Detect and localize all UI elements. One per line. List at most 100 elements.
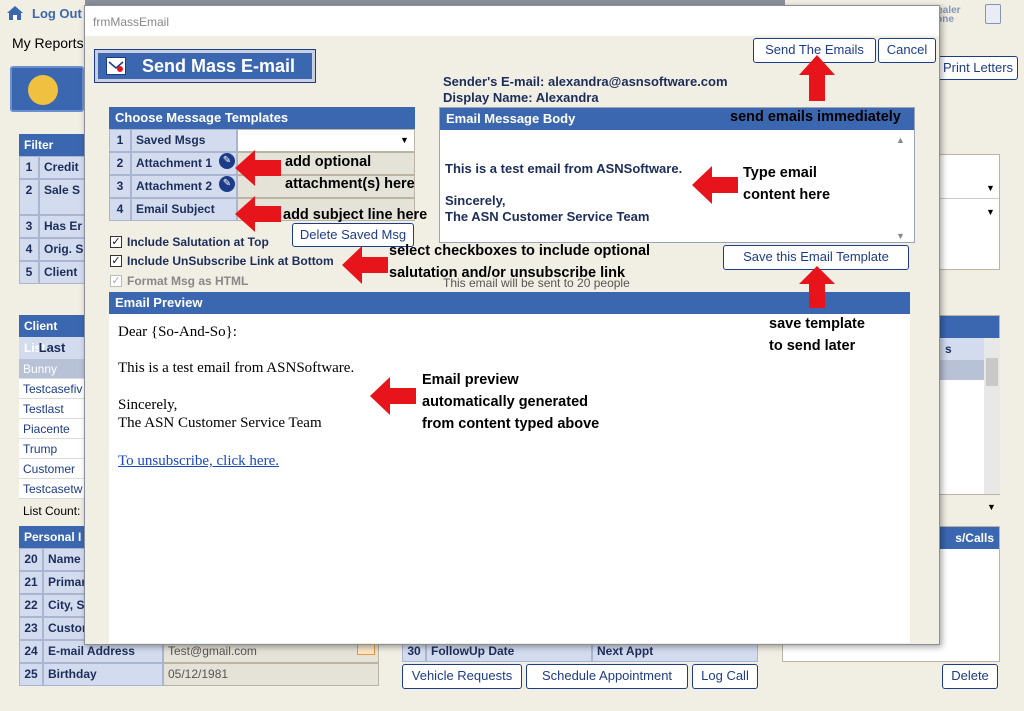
client-list-right-panel: s xyxy=(938,315,1000,495)
preview-salutation: Dear {So-And-So}: xyxy=(118,324,237,340)
personal-row-label: Birthday xyxy=(43,663,163,686)
html-format-checkbox[interactable]: ✓ xyxy=(110,275,122,287)
annotation-subject: add subject line here xyxy=(283,207,428,223)
template-row-label: Email Subject xyxy=(131,198,237,221)
filter-row-label: Sale S xyxy=(39,179,85,215)
personal-row: 25 Birthday 05/12/1981 xyxy=(19,663,379,686)
filter-row-num: 4 xyxy=(19,238,39,261)
personal-row-num: 20 xyxy=(19,548,43,571)
personal-row-num: 25 xyxy=(19,663,43,686)
template-row-num: 1 xyxy=(109,129,131,152)
arrow-checkboxes xyxy=(342,246,388,284)
filter-header: Filter Clien xyxy=(19,134,85,174)
chevron-down-icon[interactable]: ▼ xyxy=(984,498,999,516)
list-count-label: List Count: xyxy=(23,504,81,518)
home-icon[interactable] xyxy=(6,5,24,21)
template-row: 1 Saved Msgs xyxy=(109,129,415,152)
annotation-preview-1: Email preview xyxy=(422,372,519,388)
filter-row-label: Has Er xyxy=(39,215,85,238)
attachment-pin-icon[interactable]: ✎ xyxy=(219,176,235,192)
annotation-type-2: content here xyxy=(743,187,831,203)
list-item[interactable]: Trump xyxy=(19,439,85,459)
client-list-panel: Client List Last Bunny Testcasefiv Testlas… xyxy=(19,315,85,499)
list-item[interactable]: Testcasetw xyxy=(19,479,85,499)
annotation-type-1: Type email xyxy=(743,165,817,181)
filter-row[interactable]: 2 Sale S xyxy=(19,179,85,215)
dialog-window-title: frmMassEmail xyxy=(93,15,170,29)
log-call-button[interactable]: Log Call xyxy=(692,664,758,689)
preview-line: Sincerely, xyxy=(118,397,178,413)
vehicle-requests-button[interactable]: Vehicle Requests xyxy=(402,664,522,689)
arrow-save-template xyxy=(799,266,835,308)
dialog-titlebar[interactable]: frmMassEmail xyxy=(85,6,939,36)
annotation-save-1: save template xyxy=(769,316,865,332)
preview-line: This is a test email from ASNSoftware. xyxy=(118,360,355,376)
annotation-preview-3: from content typed above xyxy=(422,416,600,432)
salutation-checkbox[interactable]: ✓ xyxy=(110,236,122,248)
html-format-checkbox-label: Format Msg as HTML xyxy=(127,274,249,288)
personal-row-num: 23 xyxy=(19,617,43,640)
list-item[interactable]: Customer xyxy=(19,459,85,479)
template-row-label: Saved Msgs xyxy=(131,129,237,152)
filter-row-label: Orig. S xyxy=(39,238,85,261)
annotation-send: send emails immediately xyxy=(730,109,901,125)
annotation-checkboxes-1: select checkboxes to include optional xyxy=(389,243,651,259)
list-item[interactable]: Bunny xyxy=(19,359,85,379)
app-logo[interactable] xyxy=(10,66,84,112)
list-item[interactable]: Testlast xyxy=(19,399,85,419)
arrow-type-email xyxy=(692,166,738,204)
filter-right-panel: ▼ ▼ xyxy=(938,154,1000,270)
list-scrollbar-thumb[interactable] xyxy=(986,358,998,386)
list-item[interactable]: Testcasefiv xyxy=(19,379,85,399)
scroll-up-icon[interactable]: ▲ xyxy=(896,135,905,145)
unsubscribe-checkbox-label: Include UnSubscribe Link at Bottom xyxy=(127,254,334,268)
template-row-num: 3 xyxy=(109,175,131,198)
list-item[interactable]: Piacente xyxy=(19,419,85,439)
my-reports-menu[interactable]: My Reports xyxy=(12,35,84,51)
body-line: This is a test email from ASNSoftware. xyxy=(445,161,683,176)
preview-header: Email Preview xyxy=(109,292,910,314)
client-list-header: Client List xyxy=(19,315,85,355)
delete-button[interactable]: Delete xyxy=(942,664,998,689)
template-row-num: 2 xyxy=(109,152,131,175)
annotation-preview-2: automatically generated xyxy=(422,394,588,410)
unsubscribe-link[interactable]: To unsubscribe, click here. xyxy=(118,453,279,470)
annotation-checkboxes-2: salutation and/or unsubscribe link xyxy=(389,265,626,281)
chevron-down-icon[interactable]: ▼ xyxy=(983,179,998,197)
filter-row[interactable]: 3 Has Er xyxy=(19,215,85,238)
filter-row-num: 5 xyxy=(19,261,39,284)
mail-settings-icon xyxy=(106,57,126,75)
filter-row[interactable]: 1 Credit xyxy=(19,156,85,179)
filter-row-label: Credit xyxy=(39,156,85,179)
personal-row-num: 21 xyxy=(19,571,43,594)
filter-row-num: 1 xyxy=(19,156,39,179)
filter-row-num: 3 xyxy=(19,215,39,238)
users-refresh-icon xyxy=(28,75,58,105)
filter-row-num: 2 xyxy=(19,179,39,215)
salutation-checkbox-label: Include Salutation at Top xyxy=(127,235,269,249)
chevron-down-icon[interactable]: ▼ xyxy=(397,131,412,149)
filter-row-label: Client xyxy=(39,261,85,284)
schedule-appointment-button[interactable]: Schedule Appointment xyxy=(526,664,688,689)
arrow-send xyxy=(799,55,835,101)
chevron-down-icon[interactable]: ▼ xyxy=(983,203,998,221)
template-row-value[interactable] xyxy=(237,129,415,152)
filter-row[interactable]: 4 Orig. S xyxy=(19,238,85,261)
calculator-icon[interactable] xyxy=(985,4,1001,24)
cancel-button[interactable]: Cancel xyxy=(878,38,936,63)
sender-email: Sender's E-mail: alexandra@asnsoftware.c… xyxy=(443,74,728,89)
template-row-num: 4 xyxy=(109,198,131,221)
body-line: The ASN Customer Service Team xyxy=(445,209,650,224)
dialog-title-banner: Send Mass E-mail xyxy=(94,49,316,83)
print-letters-button[interactable]: Print Letters xyxy=(938,56,1018,80)
unsubscribe-checkbox[interactable]: ✓ xyxy=(110,255,122,267)
annotation-attachment-2: attachment(s) here xyxy=(285,176,415,192)
personal-row-value[interactable]: 05/12/1981 xyxy=(163,663,379,686)
logout-link[interactable]: Log Out xyxy=(32,6,82,21)
attachment-pin-icon[interactable]: ✎ xyxy=(219,153,235,169)
templates-header: Choose Message Templates xyxy=(109,107,415,129)
scroll-down-icon[interactable]: ▼ xyxy=(896,231,905,241)
filter-row[interactable]: 5 Client xyxy=(19,261,85,284)
arrow-preview xyxy=(370,377,416,415)
display-name: Display Name: Alexandra xyxy=(443,90,599,105)
